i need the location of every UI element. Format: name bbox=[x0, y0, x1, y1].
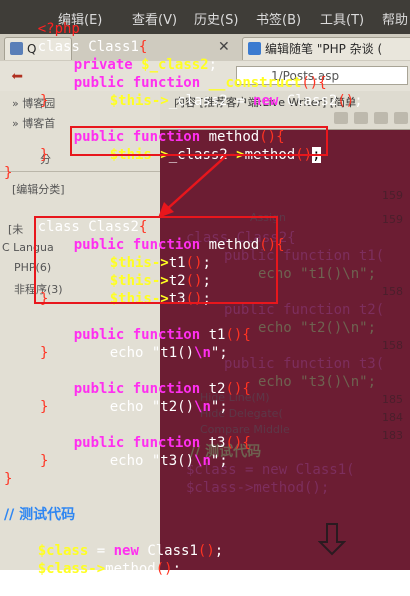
php-code-overlay: <?php class Class1{ private $_class2; pu… bbox=[0, 0, 410, 577]
down-arrow-icon bbox=[318, 523, 346, 556]
connector-arrow-icon bbox=[158, 155, 227, 218]
